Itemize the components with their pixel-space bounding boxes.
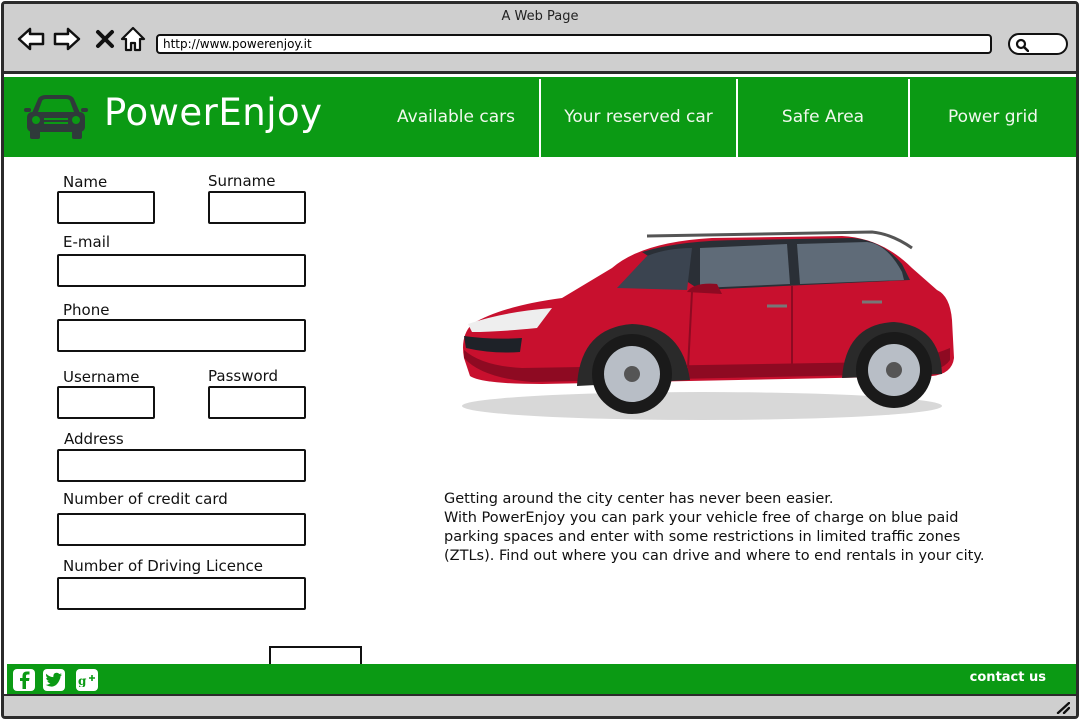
car-image: [442, 228, 962, 432]
username-field[interactable]: [57, 386, 155, 419]
email-label: E-mail: [63, 233, 111, 251]
search-field[interactable]: [1008, 33, 1068, 55]
email-field[interactable]: [57, 254, 306, 287]
username-label: Username: [63, 368, 140, 386]
description-line: Getting around the city center has never…: [444, 491, 834, 507]
credit-card-field[interactable]: [57, 513, 306, 546]
credit-card-label: Number of credit card: [63, 490, 228, 508]
site-header: PowerEnjoy Available cars Your reserved …: [4, 77, 1076, 157]
description-line: parking spaces and enter with some restr…: [444, 529, 961, 545]
promo-description: Getting around the city center has never…: [444, 490, 1004, 566]
name-label: Name: [63, 173, 108, 191]
surname-field[interactable]: [208, 191, 306, 224]
surname-label: Surname: [208, 172, 276, 190]
facebook-icon[interactable]: [13, 669, 35, 691]
url-input[interactable]: http://www.powerenjoy.it: [156, 34, 992, 54]
phone-label: Phone: [63, 301, 110, 319]
close-icon[interactable]: [90, 24, 120, 54]
nav-safe-area[interactable]: Safe Area: [738, 77, 908, 157]
nav-power-grid[interactable]: Power grid: [910, 77, 1076, 157]
address-field[interactable]: [57, 449, 306, 482]
back-icon[interactable]: [16, 24, 46, 54]
search-icon: [1015, 38, 1029, 52]
browser-window: A Web Page http://www.powerenjoy.it Powe…: [1, 1, 1079, 719]
site-footer: g contact us: [7, 664, 1076, 694]
nav-reserved-car[interactable]: Your reserved car: [541, 77, 736, 157]
window-title: A Web Page: [501, 9, 579, 24]
forward-icon[interactable]: [52, 24, 82, 54]
name-field[interactable]: [57, 191, 155, 224]
resize-handle-icon[interactable]: [1056, 702, 1070, 714]
svg-text:g: g: [78, 674, 87, 687]
licence-label: Number of Driving Licence: [63, 557, 263, 575]
contact-us-link[interactable]: contact us: [970, 670, 1046, 685]
phone-field[interactable]: [57, 319, 306, 352]
licence-field[interactable]: [57, 577, 306, 610]
browser-status-bar: [4, 694, 1076, 716]
description-line: (ZTLs). Find out where you can drive and…: [444, 548, 985, 564]
browser-toolbar: A Web Page http://www.powerenjoy.it: [4, 4, 1076, 74]
password-field[interactable]: [208, 386, 306, 419]
twitter-icon[interactable]: [43, 669, 65, 691]
nav-available-cars[interactable]: Available cars: [374, 77, 538, 157]
google-plus-icon[interactable]: g: [76, 669, 98, 691]
car-logo-icon[interactable]: [24, 91, 88, 145]
password-label: Password: [208, 367, 279, 385]
submit-button[interactable]: [269, 646, 362, 666]
brand-title[interactable]: PowerEnjoy: [104, 91, 323, 134]
address-label: Address: [64, 430, 124, 448]
description-line: With PowerEnjoy you can park your vehicl…: [444, 510, 959, 526]
home-icon[interactable]: [118, 24, 148, 54]
